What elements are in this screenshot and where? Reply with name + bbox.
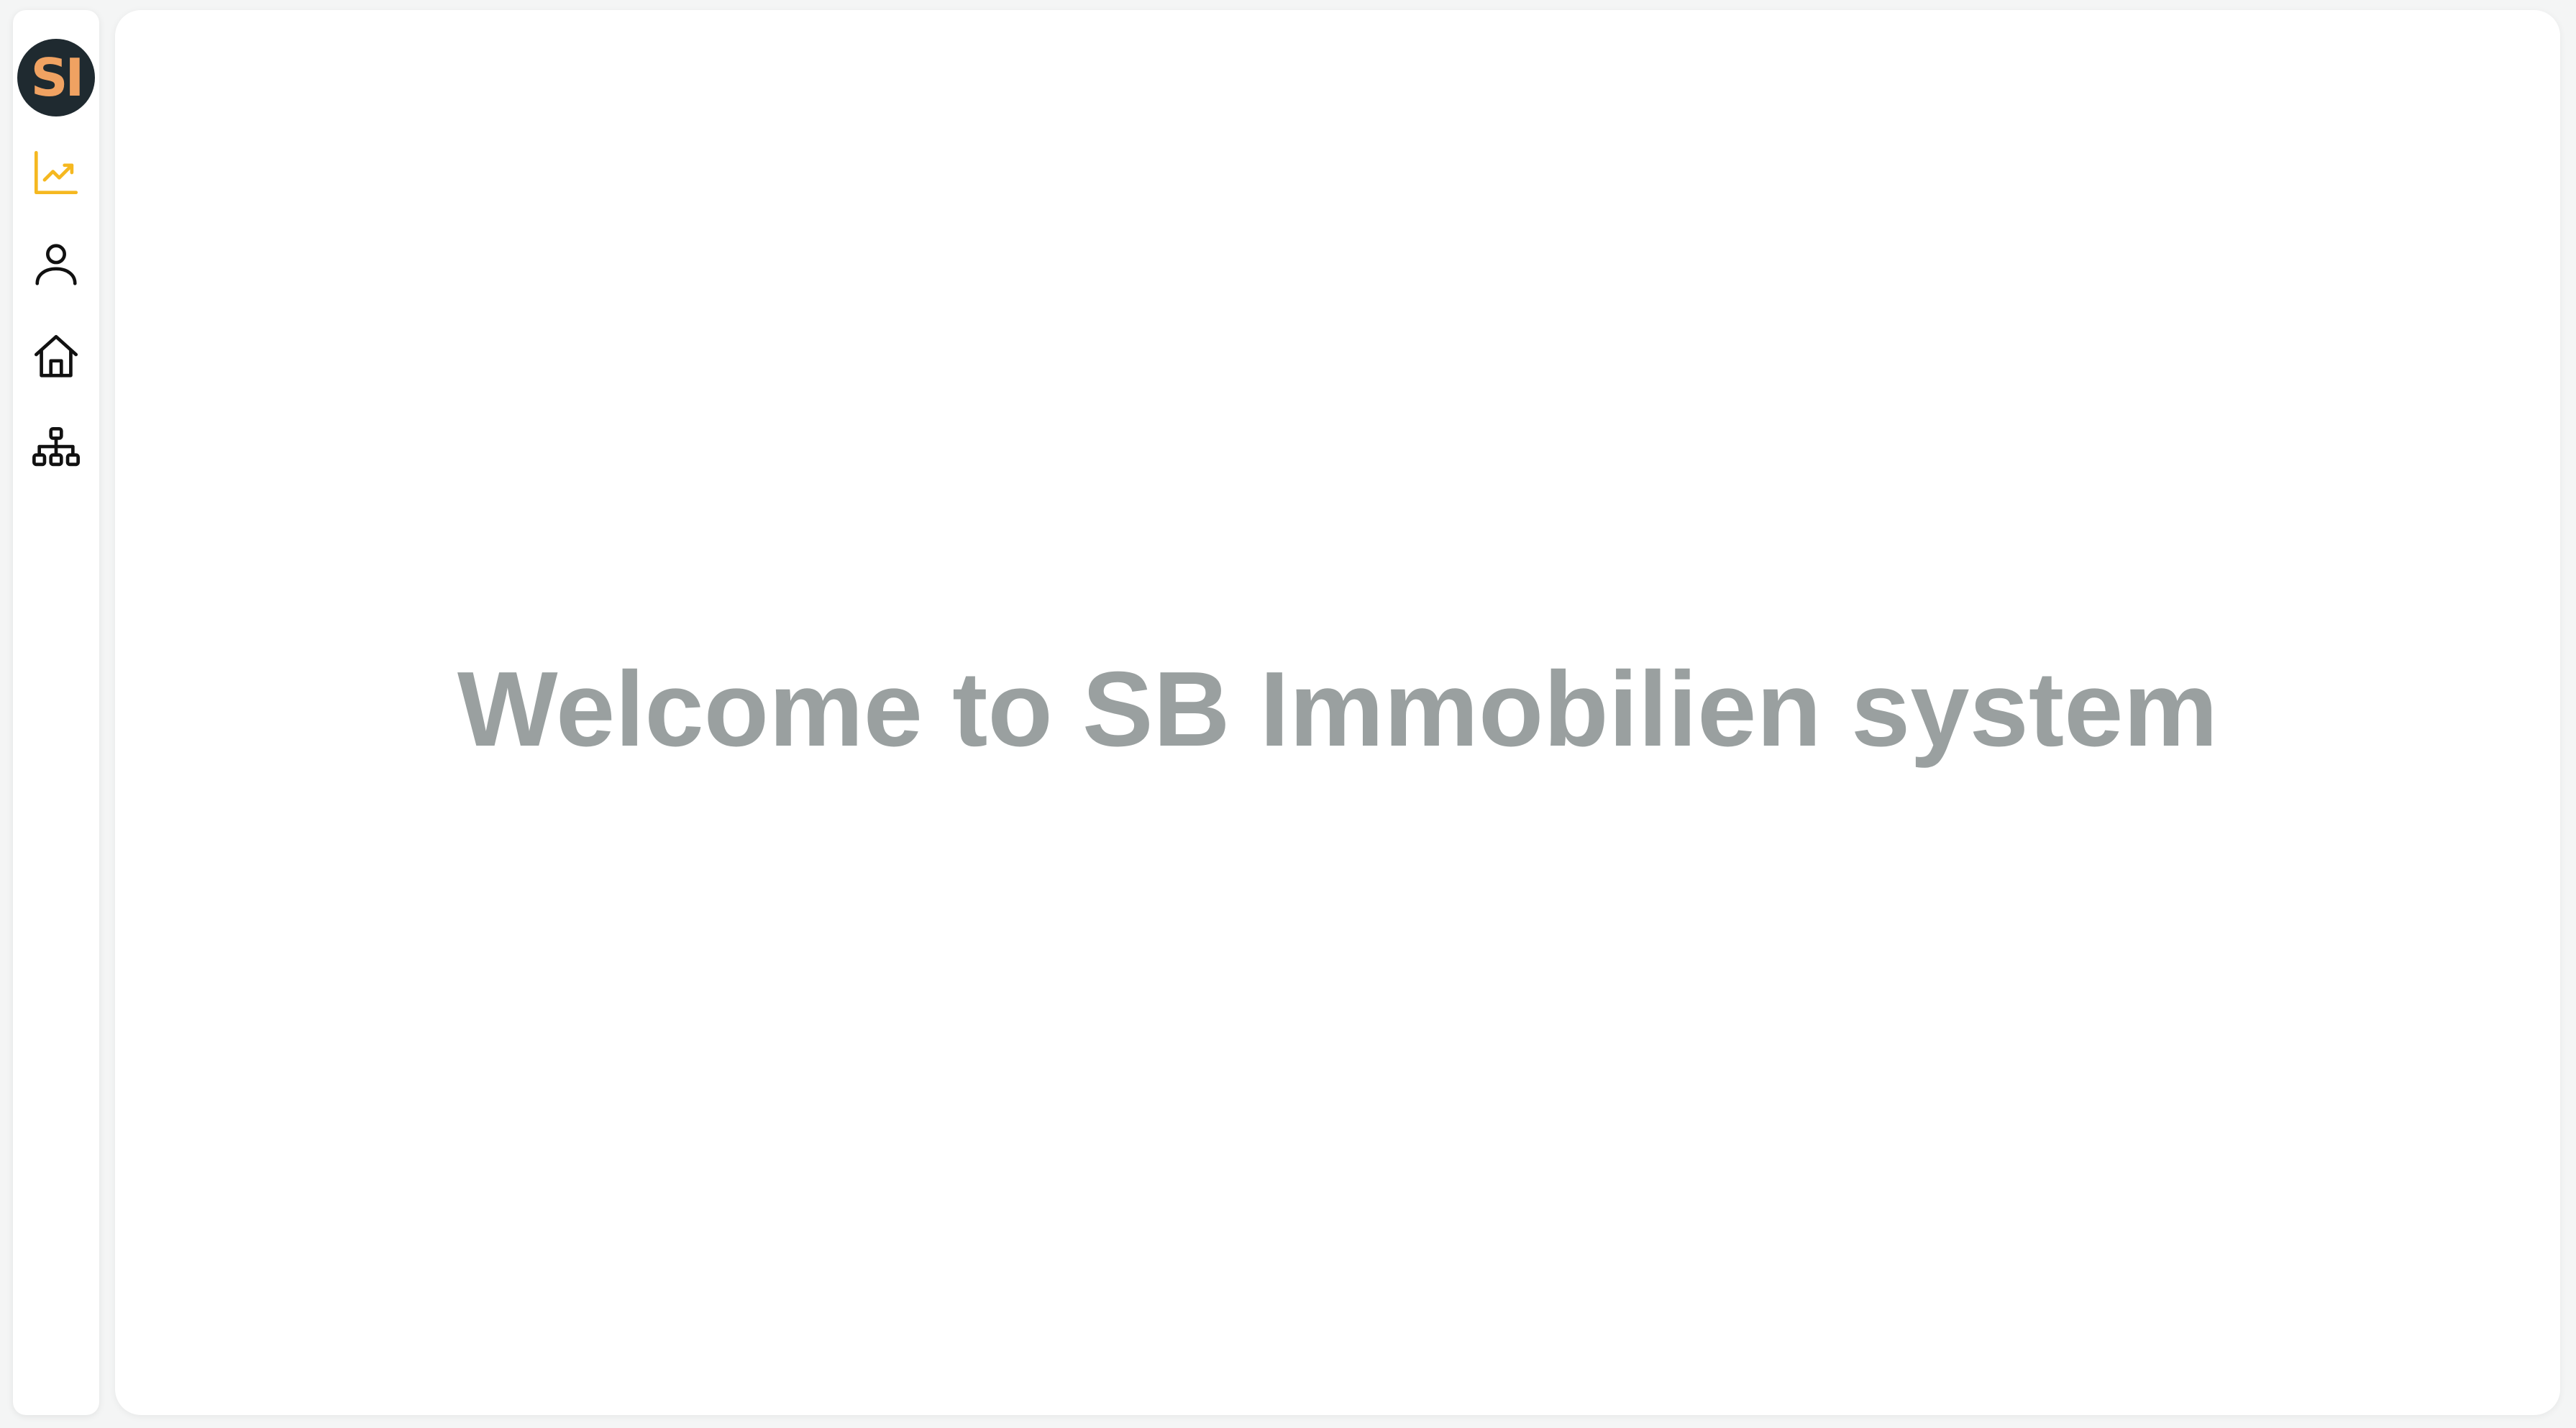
logo-text: SI — [30, 47, 85, 108]
sidebar-item-users[interactable] — [30, 239, 82, 290]
welcome-heading: Welcome to SB Immobilien system — [457, 650, 2219, 769]
home-icon — [34, 334, 78, 377]
sidebar: SI — [13, 10, 99, 1415]
sidebar-nav — [30, 147, 82, 475]
sidebar-item-properties[interactable] — [30, 331, 82, 383]
user-icon — [35, 244, 77, 285]
sitemap-icon — [32, 426, 80, 467]
app: SI Welcome to SB Immobilien system — [0, 0, 2576, 1428]
sidebar-item-organization[interactable] — [30, 423, 82, 475]
trending-chart-icon — [34, 150, 78, 195]
sidebar-item-dashboard[interactable] — [30, 147, 82, 198]
main-content: Welcome to SB Immobilien system — [115, 10, 2560, 1415]
logo[interactable]: SI — [17, 39, 95, 116]
